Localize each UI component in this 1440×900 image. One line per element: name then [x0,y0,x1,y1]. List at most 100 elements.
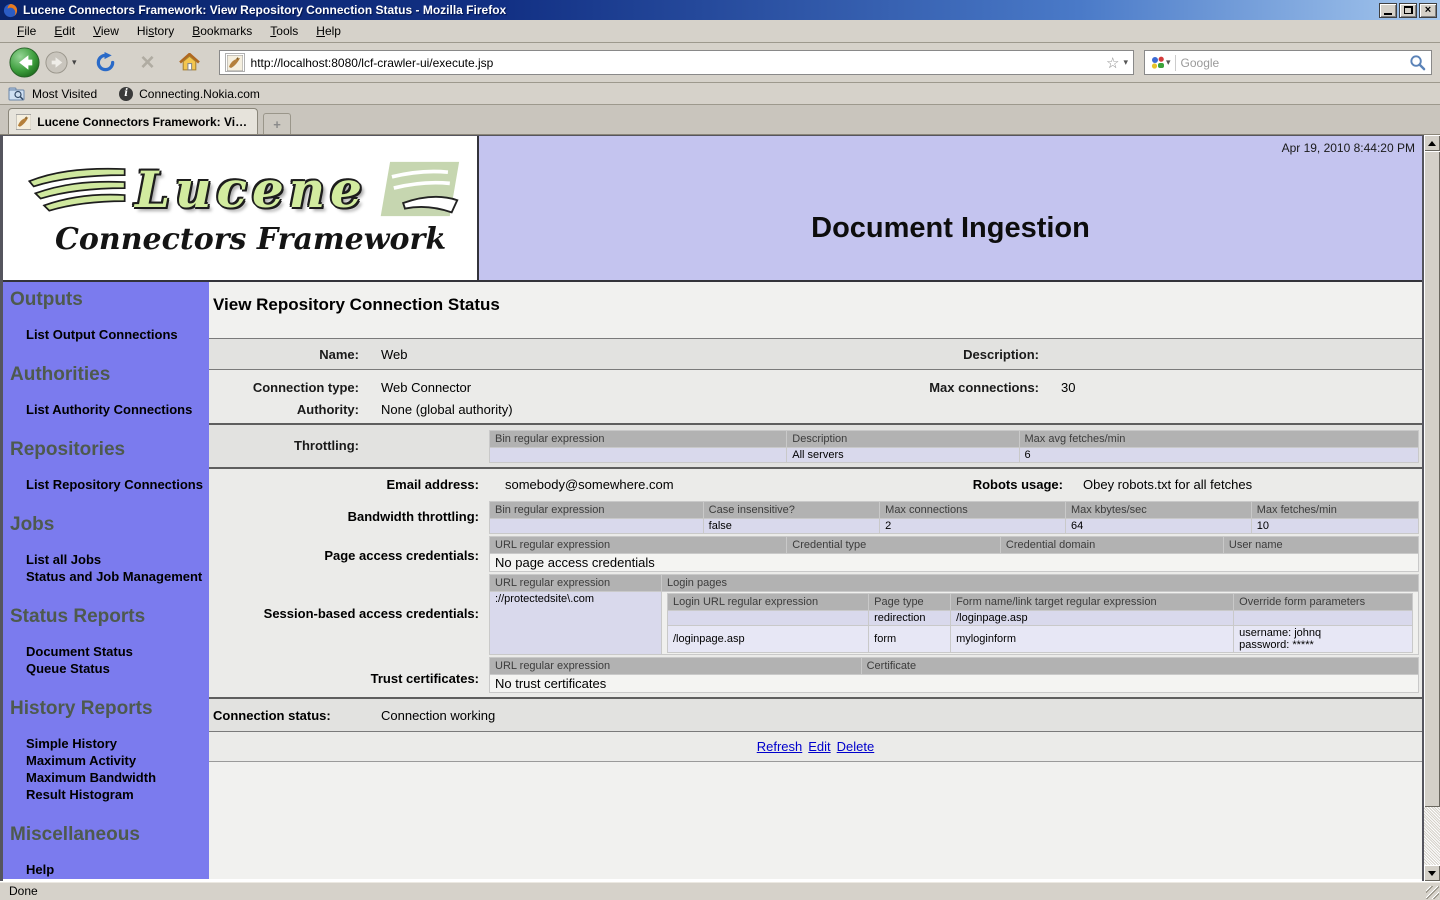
sidebar-link-list-output-connections[interactable]: List Output Connections [3,326,209,343]
home-button[interactable] [177,50,203,76]
cell-page-type: form [869,626,951,653]
back-button[interactable] [8,46,41,79]
delete-link[interactable]: Delete [837,739,875,754]
menu-history[interactable]: History [128,21,183,41]
login-pages-table: Login URL regular expression Page type F… [667,593,1413,653]
page-access-table: URL regular expression Credential type C… [489,536,1419,572]
sidebar-section-status-reports: Status Reports Document Status Queue Sta… [3,605,209,677]
search-icon[interactable] [1409,54,1426,71]
row-page-access-credentials: Page access credentials: URL regular exp… [209,536,1422,572]
vertical-scrollbar[interactable] [1424,135,1440,881]
sidebar-link-status-job-management[interactable]: Status and Job Management [3,568,209,585]
cell-max-avg: 6 [1019,448,1418,463]
table-row: All servers 6 [490,448,1419,463]
restore-button[interactable] [1399,3,1417,18]
bookmark-star-icon[interactable]: ☆ [1106,54,1119,72]
sidebar-link-maximum-bandwidth[interactable]: Maximum Bandwidth [3,769,209,786]
row-email-robots: Email address: somebody@somewhere.com Ro… [209,477,1422,499]
search-bar[interactable]: ▾ [1144,50,1432,75]
row-bandwidth-throttling: Bandwidth throttling: Bin regular expres… [209,501,1422,534]
menu-edit[interactable]: Edit [45,21,84,41]
cell-login-url [668,611,869,626]
info-icon: i [119,87,133,101]
url-bar[interactable]: ☆ ▾ [219,50,1134,75]
refresh-link[interactable]: Refresh [757,739,803,754]
page-content: Lucene Connectors Framework Apr [0,135,1424,881]
sidebar-section-jobs: Jobs List all Jobs Status and Job Manage… [3,513,209,585]
table-row: false 2 64 10 [490,519,1419,534]
login-pages-cell: Login URL regular expression Page type F… [662,592,1419,655]
url-dropdown-icon[interactable]: ▾ [1123,57,1128,68]
column-header: Max fetches/min [1251,502,1418,519]
tab-active[interactable]: Lucene Connectors Framework: View... [8,108,258,134]
lucene-logo: Lucene Connectors Framework [3,136,479,280]
name-value: Web [359,347,789,362]
url-input[interactable] [251,56,1102,70]
navigation-toolbar: ▾ × ☆ ▾ [0,43,1440,83]
reload-button[interactable] [93,50,119,76]
session-access-label: Session-based access credentials: [209,574,479,655]
max-connections-label: Max connections: [789,377,1039,399]
firefox-icon [3,3,18,18]
session-access-table: URL regular expression Login pages ://pr… [489,574,1419,655]
minimize-icon [1384,13,1392,15]
table-row: /loginpage.asp form myloginform username… [668,626,1413,653]
edit-link[interactable]: Edit [808,739,830,754]
menu-bookmarks[interactable]: Bookmarks [183,21,261,41]
cell-login-url: /loginpage.asp [668,626,869,653]
row-web-connector-details: Email address: somebody@somewhere.com Ro… [209,467,1422,697]
throttling-label: Throttling: [209,425,359,467]
column-header: URL regular expression [490,658,862,675]
sidebar-link-maximum-activity[interactable]: Maximum Activity [3,752,209,769]
sidebar-link-result-histogram[interactable]: Result Histogram [3,786,209,803]
search-input[interactable] [1181,56,1409,70]
column-header: URL regular expression [490,575,662,592]
bookmark-most-visited[interactable]: Most Visited [8,87,97,101]
close-icon: × [1425,4,1431,16]
robots-value: Obey robots.txt for all fetches [1063,477,1422,492]
resize-grip[interactable] [1426,886,1439,899]
bookmark-label: Connecting.Nokia.com [139,87,260,101]
menu-view[interactable]: View [84,21,128,41]
arrow-up-icon [1428,141,1436,146]
cell-max-kbytes: 64 [1065,519,1251,534]
scroll-up-button[interactable] [1424,135,1440,151]
scroll-down-button[interactable] [1424,865,1440,881]
banner: Apr 19, 2010 8:44:20 PM Document Ingesti… [479,136,1422,280]
banner-title: Document Ingestion [479,212,1422,245]
sidebar-link-help[interactable]: Help [3,861,209,878]
new-tab-button[interactable]: + [263,113,291,134]
bookmark-nokia[interactable]: i Connecting.Nokia.com [119,87,260,101]
window-title: Lucene Connectors Framework: View Reposi… [23,3,1379,17]
minimize-button[interactable] [1379,3,1397,18]
column-header: Bin regular expression [490,431,787,448]
sidebar-link-list-all-jobs[interactable]: List all Jobs [3,551,209,568]
home-icon [179,53,200,72]
menu-help[interactable]: Help [307,21,350,41]
back-history-dropdown-icon[interactable]: ▾ [72,57,77,68]
connection-status-value: Connection working [381,708,495,723]
sidebar-section-repositories: Repositories List Repository Connections [3,438,209,493]
menu-tools[interactable]: Tools [261,21,307,41]
restore-icon [1404,6,1413,14]
content-filler [209,761,1422,879]
scrollbar-thumb[interactable] [1424,151,1440,807]
site-favicon [225,53,245,72]
sidebar-link-simple-history[interactable]: Simple History [3,735,209,752]
sidebar-link-list-authority-connections[interactable]: List Authority Connections [3,401,209,418]
timestamp: Apr 19, 2010 8:44:20 PM [1282,141,1415,155]
sidebar-link-document-status[interactable]: Document Status [3,643,209,660]
table-row: ://protectedsite\.com Login URL regular … [490,592,1419,655]
close-button[interactable]: × [1419,3,1437,18]
sidebar-link-queue-status[interactable]: Queue Status [3,660,209,677]
status-text: Done [0,884,38,898]
sidebar-link-list-repository-connections[interactable]: List Repository Connections [3,476,209,493]
override-username: username: johnq [1239,627,1407,639]
row-throttling: Throttling: Bin regular expression Descr… [209,423,1422,467]
menu-file[interactable]: File [8,21,45,41]
row-actions: Refresh Edit Delete [209,731,1422,761]
cell-url-regexp: ://protectedsite\.com [490,592,662,655]
forward-button[interactable] [44,50,69,75]
stop-button[interactable]: × [135,50,161,76]
search-engine-dropdown-icon[interactable]: ▾ [1166,57,1171,68]
